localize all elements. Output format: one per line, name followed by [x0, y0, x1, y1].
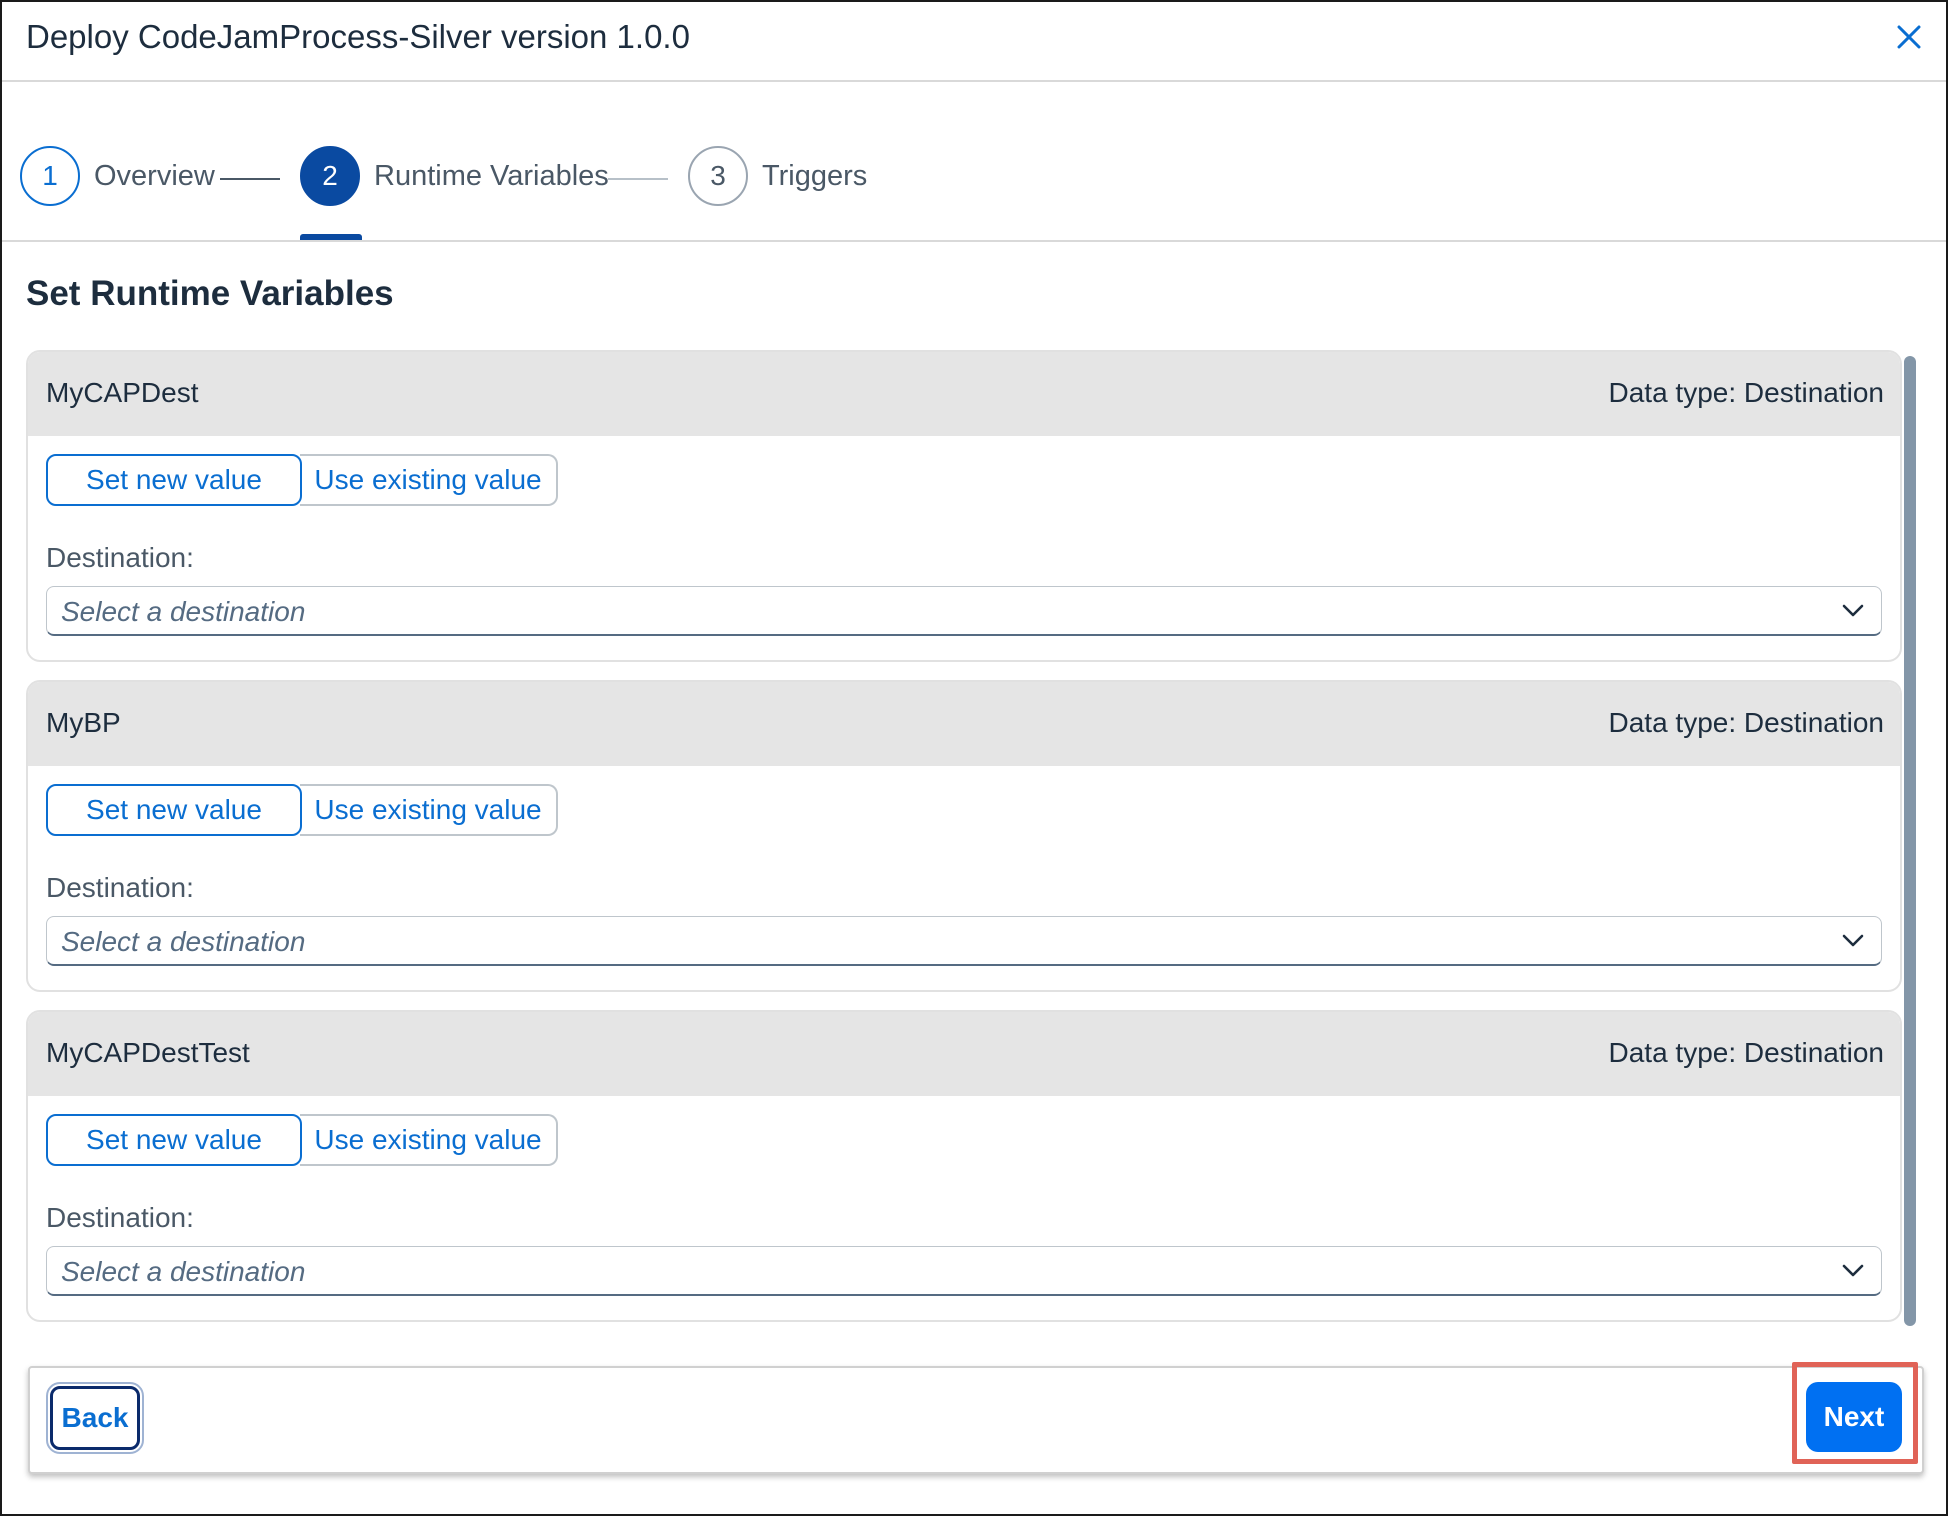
dialog-header: Deploy CodeJamProcess-Silver version 1.0… [2, 2, 1946, 82]
use-existing-value-button[interactable]: Use existing value [300, 784, 558, 836]
variable-data-type: Data type: Destination [1608, 707, 1885, 738]
destination-select-placeholder: Select a destination [61, 926, 306, 957]
destination-select[interactable]: Select a destination [46, 1246, 1882, 1296]
variable-panel-header: MyCAPDestTest Data type: Destination [28, 1012, 1900, 1096]
variable-name: MyCAPDest [46, 377, 199, 408]
destination-select[interactable]: Select a destination [46, 586, 1882, 636]
deploy-dialog: Deploy CodeJamProcess-Silver version 1.0… [0, 0, 1948, 1516]
set-new-value-button[interactable]: Set new value [46, 784, 302, 836]
variable-data-type: Data type: Destination [1608, 1037, 1885, 1068]
use-existing-value-button[interactable]: Use existing value [300, 454, 558, 506]
chevron-down-icon [1842, 604, 1864, 617]
vertical-scrollbar[interactable] [1904, 356, 1916, 1326]
back-button[interactable]: Back [46, 1382, 144, 1454]
value-mode-toggle: Set new value Use existing value [46, 1114, 558, 1166]
dialog-footer: Back [28, 1366, 1924, 1474]
step-3-label[interactable]: Triggers [762, 160, 867, 193]
variable-data-type: Data type: Destination [1608, 377, 1885, 408]
step-1-circle[interactable]: 1 [20, 146, 80, 206]
step-2-label[interactable]: Runtime Variables [374, 160, 609, 193]
set-new-value-button[interactable]: Set new value [46, 1114, 302, 1166]
destination-label: Destination: [46, 1202, 194, 1233]
chevron-down-icon [1842, 934, 1864, 947]
set-new-value-button[interactable]: Set new value [46, 454, 302, 506]
destination-select-placeholder: Select a destination [61, 596, 306, 627]
wizard-progress: 1 Overview 2 Runtime Variables 3 Trigger… [2, 82, 1946, 242]
chevron-down-icon [1842, 1264, 1864, 1277]
close-button[interactable] [1888, 16, 1930, 58]
step-connector-1 [220, 178, 280, 180]
section-title: Set Runtime Variables [26, 274, 394, 313]
variable-panel-header: MyCAPDest Data type: Destination [28, 352, 1900, 436]
close-icon [1897, 25, 1921, 49]
step-2-circle[interactable]: 2 [300, 146, 360, 206]
variable-panel: MyCAPDest Data type: Destination Set new… [26, 350, 1902, 662]
step-1-label[interactable]: Overview [94, 160, 215, 193]
value-mode-toggle: Set new value Use existing value [46, 454, 558, 506]
next-button[interactable]: Next [1806, 1382, 1902, 1452]
variable-name: MyBP [46, 707, 121, 738]
variable-panel: MyBP Data type: Destination Set new valu… [26, 680, 1902, 992]
destination-select[interactable]: Select a destination [46, 916, 1882, 966]
step-connector-2 [608, 178, 668, 180]
active-step-indicator [300, 234, 362, 240]
destination-label: Destination: [46, 872, 194, 903]
dialog-title: Deploy CodeJamProcess-Silver version 1.0… [26, 18, 690, 55]
variable-panel-header: MyBP Data type: Destination [28, 682, 1900, 766]
step-3-circle[interactable]: 3 [688, 146, 748, 206]
use-existing-value-button[interactable]: Use existing value [300, 1114, 558, 1166]
variable-panel: MyCAPDestTest Data type: Destination Set… [26, 1010, 1902, 1322]
value-mode-toggle: Set new value Use existing value [46, 784, 558, 836]
variable-name: MyCAPDestTest [46, 1037, 250, 1068]
variables-list: MyCAPDest Data type: Destination Set new… [26, 350, 1902, 1322]
destination-select-placeholder: Select a destination [61, 1256, 306, 1287]
destination-label: Destination: [46, 542, 194, 573]
